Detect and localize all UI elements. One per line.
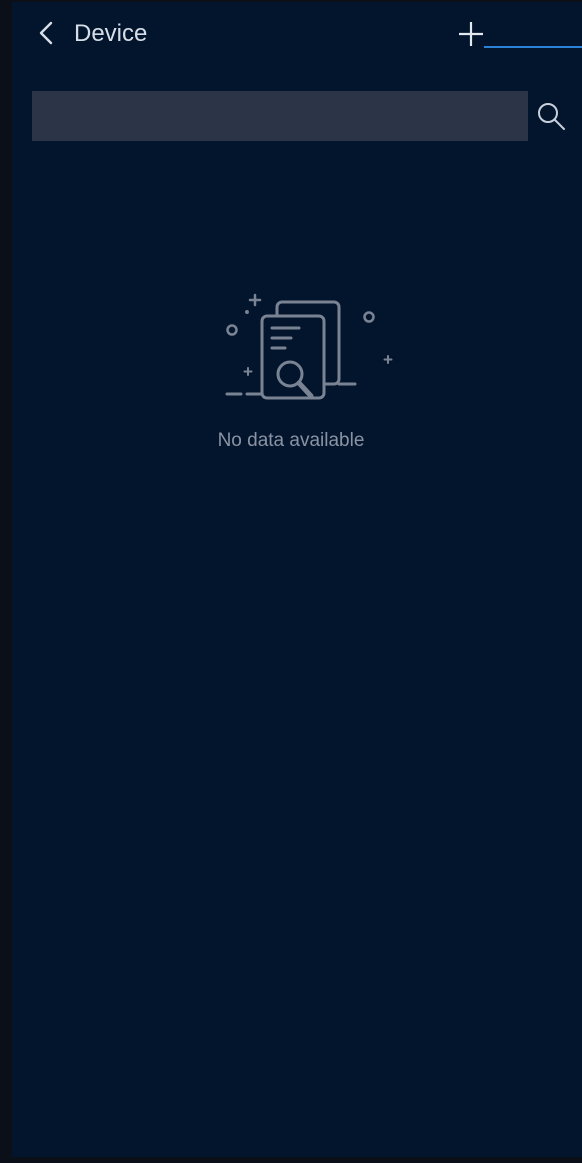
chevron-left-icon xyxy=(39,21,53,45)
top-bar: Device xyxy=(12,2,582,64)
search-button[interactable] xyxy=(534,99,568,133)
back-button[interactable] xyxy=(36,18,58,48)
page-title: Device xyxy=(74,20,148,47)
plus-icon xyxy=(459,22,483,46)
empty-state-icon xyxy=(217,290,397,408)
search-input[interactable] xyxy=(32,91,528,141)
add-device-button[interactable] xyxy=(456,18,486,48)
empty-state-message: No data available xyxy=(217,430,365,451)
search-bar xyxy=(32,91,582,141)
search-icon xyxy=(538,103,565,130)
device-screen: Device No data available xyxy=(12,2,582,1157)
header-accent-line xyxy=(484,46,582,48)
